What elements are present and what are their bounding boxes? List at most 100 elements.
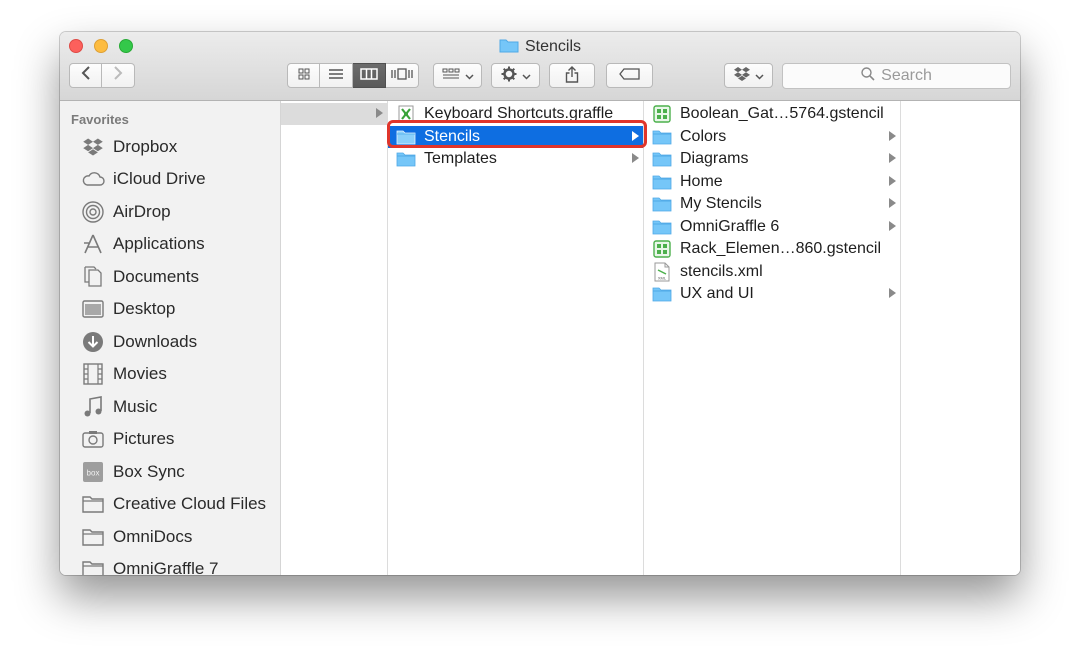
disclosure-arrow-icon (889, 198, 896, 208)
cover-flow-button[interactable] (386, 63, 419, 88)
list-item-home[interactable]: Home (644, 171, 900, 193)
icon-view-button[interactable] (287, 63, 320, 88)
toolbar: Stencils Search (60, 32, 1020, 101)
sidebar-item-label: Documents (113, 267, 199, 286)
search-icon (861, 66, 881, 86)
folder-icon (81, 492, 105, 516)
chevron-down-icon (521, 68, 531, 83)
list-item-stencils[interactable]: Stencils (388, 126, 643, 148)
forward-button[interactable] (102, 63, 135, 88)
list-item-omnigraffle-6[interactable]: OmniGraffle 6 (644, 216, 900, 238)
sidebar-item-creative-cloud-files[interactable]: Creative Cloud Files (60, 489, 280, 519)
sidebar-item-documents[interactable]: Documents (60, 262, 280, 292)
chevron-down-icon (464, 68, 474, 83)
disclosure-arrow-icon (889, 221, 896, 231)
folder-icon (396, 128, 416, 146)
sidebar-item-airdrop[interactable]: AirDrop (60, 197, 280, 227)
sidebar-item-label: Applications (113, 234, 205, 253)
sidebar-item-pictures[interactable]: Pictures (60, 424, 280, 454)
column-4-empty (901, 101, 1020, 575)
list-item-keyboard-shortcuts[interactable]: Keyboard Shortcuts.graffle (388, 103, 643, 125)
sidebar-item-label: Pictures (113, 429, 175, 448)
back-button[interactable] (69, 63, 102, 88)
gear-icon (501, 66, 517, 85)
file-name: Rack_Elemen…860.gstencil (680, 240, 881, 257)
folder-icon (652, 218, 672, 236)
sidebar-item-label: iCloud Drive (113, 169, 206, 188)
folder-icon (652, 195, 672, 213)
view-mode-control (287, 63, 419, 88)
list-item-stencils-xml[interactable]: XML stencils.xml (644, 261, 900, 283)
list-item-diagrams[interactable]: Diagrams (644, 148, 900, 170)
folder-icon (652, 128, 672, 146)
sidebar-item-omnidocs[interactable]: OmniDocs (60, 522, 280, 552)
sidebar-item-box-sync[interactable]: box Box Sync (60, 457, 280, 487)
tags-button[interactable] (606, 63, 653, 88)
folder-name: OmniGraffle 6 (680, 218, 780, 235)
arrange-icon (442, 68, 460, 83)
applications-icon (81, 232, 105, 256)
movies-icon (81, 362, 105, 386)
folder-icon (499, 37, 519, 58)
nav-buttons (69, 63, 135, 88)
action-button[interactable] (491, 63, 540, 88)
sidebar-item-label: OmniDocs (113, 527, 193, 546)
list-item-my-stencils[interactable]: My Stencils (644, 193, 900, 215)
svg-text:XML: XML (658, 276, 667, 281)
column-view-button[interactable] (353, 63, 386, 88)
cover-flow-icon (391, 67, 413, 85)
column-3: Boolean_Gat…5764.gstencil Colors Diagram… (644, 101, 901, 575)
sidebar-item-icloud-drive[interactable]: iCloud Drive (60, 164, 280, 194)
list-item-colors[interactable]: Colors (644, 126, 900, 148)
sidebar-item-omnigraffle-7[interactable]: OmniGraffle 7 (60, 554, 280, 575)
sidebar: Favorites Dropbox iCloud Drive AirDrop A… (60, 101, 281, 575)
folder-icon (652, 285, 672, 303)
cloud-icon (81, 167, 105, 191)
search-placeholder: Search (881, 67, 932, 84)
column-parent (281, 101, 388, 575)
window-title: Stencils (60, 37, 1020, 58)
list-view-button[interactable] (320, 63, 353, 88)
list-item-parent-selected[interactable] (281, 103, 387, 125)
disclosure-arrow-icon (889, 131, 896, 141)
folder-name: Stencils (424, 128, 481, 145)
sidebar-item-label: Downloads (113, 332, 198, 351)
sidebar-item-dropbox[interactable]: Dropbox (60, 132, 280, 162)
folder-name: Home (680, 173, 723, 190)
column-2: Keyboard Shortcuts.graffle Stencils Temp… (388, 101, 644, 575)
sidebar-item-movies[interactable]: Movies (60, 359, 280, 389)
list-icon (328, 67, 344, 85)
file-name: Keyboard Shortcuts.graffle (424, 105, 614, 122)
sidebar-item-downloads[interactable]: Downloads (60, 327, 280, 357)
pictures-icon (81, 427, 105, 451)
sidebar-item-desktop[interactable]: Desktop (60, 294, 280, 324)
chevron-right-icon (113, 66, 123, 85)
dropbox-icon (733, 66, 751, 85)
dropbox-icon (81, 135, 105, 159)
columns-icon (360, 67, 378, 85)
sidebar-item-label: Dropbox (113, 137, 178, 156)
folder-icon (396, 150, 416, 168)
desktop-icon (81, 297, 105, 321)
disclosure-arrow-icon (632, 153, 639, 163)
dropbox-button[interactable] (724, 63, 773, 88)
list-item-templates[interactable]: Templates (388, 148, 643, 170)
sidebar-item-label: Music (113, 397, 158, 416)
list-item-ux-and-ui[interactable]: UX and UI (644, 283, 900, 305)
sidebar-item-applications[interactable]: Applications (60, 229, 280, 259)
window-title-text: Stencils (524, 38, 582, 55)
music-icon (81, 395, 105, 419)
xml-file-icon: XML (652, 262, 672, 282)
finder-window: Stencils Search Favorites Dropbox iCloud… (60, 32, 1020, 575)
sidebar-item-label: Desktop (113, 299, 176, 318)
folder-icon (81, 525, 105, 549)
search-field[interactable]: Search (782, 63, 1011, 89)
sidebar-item-label: AirDrop (113, 202, 171, 221)
arrange-button[interactable] (433, 63, 482, 88)
list-item-boolean-gates[interactable]: Boolean_Gat…5764.gstencil (644, 103, 900, 125)
disclosure-arrow-icon (376, 108, 383, 118)
sidebar-item-music[interactable]: Music (60, 392, 280, 422)
list-item-rack-elements[interactable]: Rack_Elemen…860.gstencil (644, 238, 900, 260)
share-button[interactable] (549, 63, 595, 88)
folder-name: Colors (680, 128, 727, 145)
